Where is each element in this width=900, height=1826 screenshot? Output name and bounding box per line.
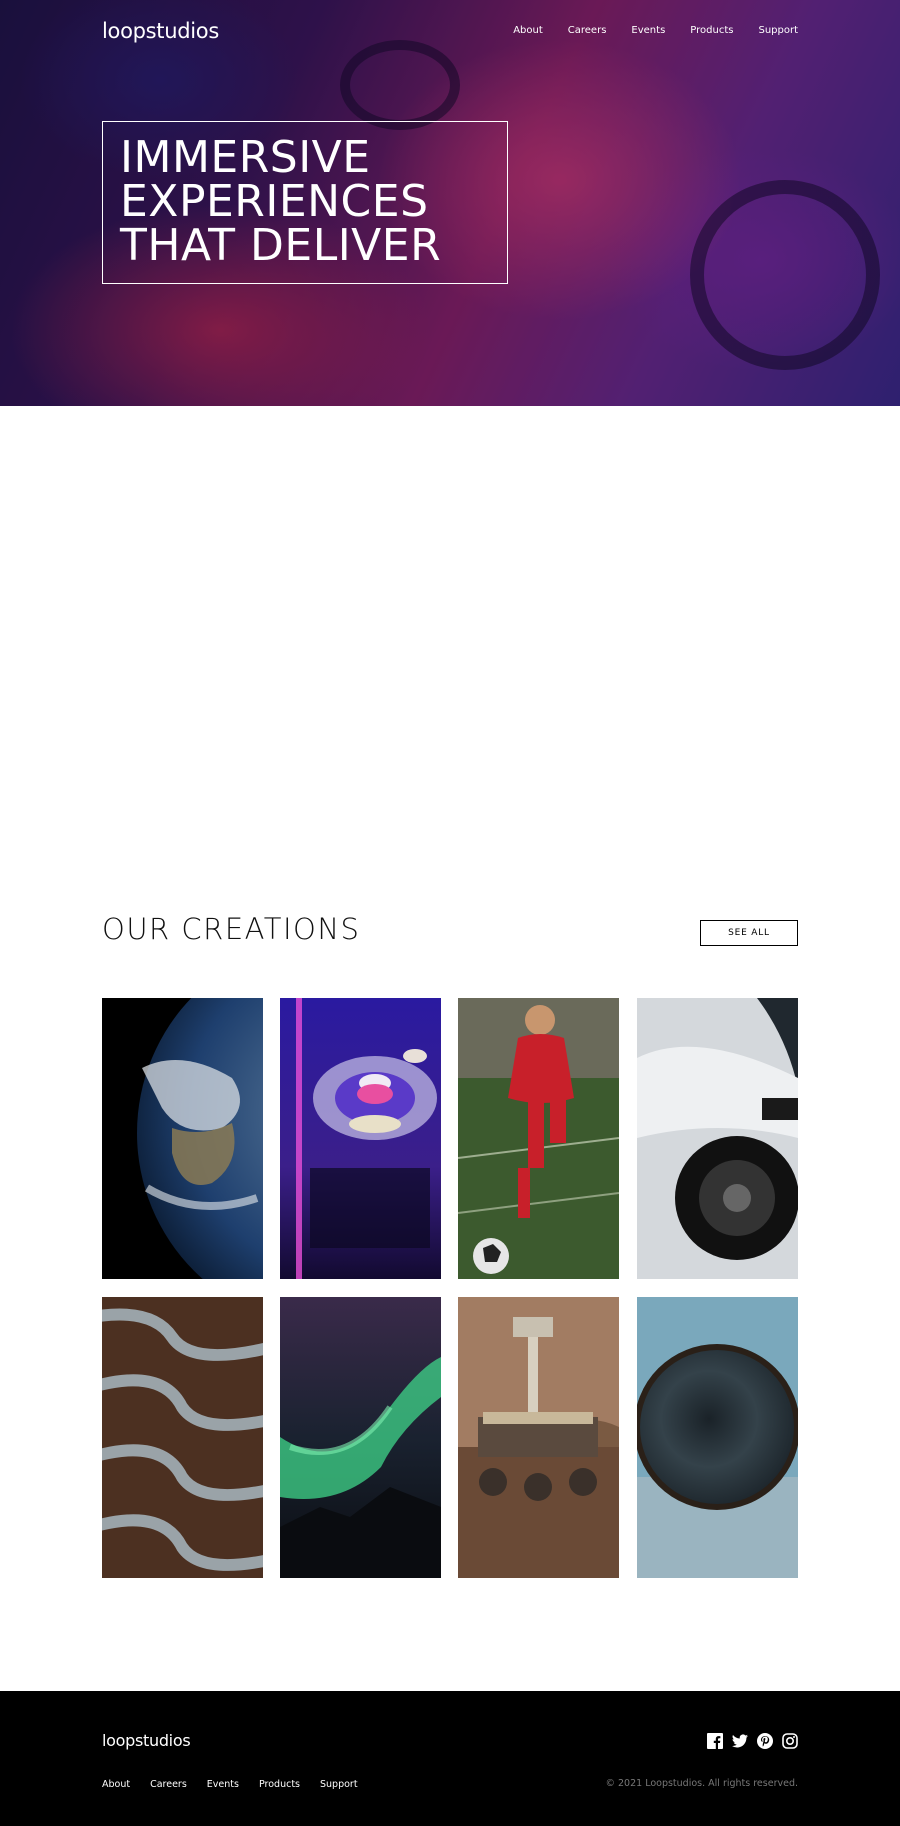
- see-all-button[interactable]: SEE ALL: [700, 920, 798, 946]
- earth-image: [102, 998, 263, 1279]
- soccer-image: [458, 998, 619, 1279]
- hero-headline-box: IMMERSIVE EXPERIENCES THAT DELIVER: [102, 121, 508, 284]
- nav-products[interactable]: Products: [690, 25, 733, 36]
- race-car-image: [637, 998, 798, 1279]
- curving-road-image: [102, 1297, 263, 1578]
- hero-headline-line-2: EXPERIENCES: [120, 176, 429, 227]
- creation-card-aurora[interactable]: [280, 1297, 441, 1578]
- site-footer: loopstudios About Careers Events Product…: [0, 1691, 900, 1826]
- site-logo[interactable]: loopstudios: [102, 19, 219, 43]
- hero-section: loopstudios About Careers Events Product…: [0, 0, 900, 406]
- nav-support[interactable]: Support: [758, 25, 798, 36]
- social-links: [707, 1733, 798, 1749]
- creation-card-mars-rover[interactable]: [458, 1297, 619, 1578]
- creations-title: OUR CREATIONS: [102, 912, 361, 946]
- mars-rover-image: [458, 1297, 619, 1578]
- hero-headline: IMMERSIVE EXPERIENCES THAT DELIVER: [120, 136, 507, 268]
- creation-card-curving-road[interactable]: [102, 1297, 263, 1578]
- facebook-icon[interactable]: [707, 1733, 723, 1749]
- fisheye-image: [637, 1297, 798, 1578]
- creation-card-race-car[interactable]: [637, 998, 798, 1279]
- nav-events[interactable]: Events: [631, 25, 665, 36]
- creation-card-soccer[interactable]: [458, 998, 619, 1279]
- footer-nav-careers[interactable]: Careers: [150, 1779, 187, 1790]
- instagram-icon[interactable]: [782, 1733, 798, 1749]
- creation-card-arcade[interactable]: [280, 998, 441, 1279]
- nav-careers[interactable]: Careers: [568, 25, 607, 36]
- hero-headline-line-3: THAT DELIVER: [120, 220, 442, 271]
- footer-nav-events[interactable]: Events: [207, 1779, 239, 1790]
- footer-nav: About Careers Events Products Support: [102, 1779, 378, 1790]
- footer-nav-support[interactable]: Support: [320, 1779, 358, 1790]
- copyright-text: © 2021 Loopstudios. All rights reserved.: [605, 1778, 798, 1789]
- main-nav: About Careers Events Products Support: [488, 25, 798, 36]
- twitter-icon[interactable]: [732, 1733, 748, 1749]
- creation-card-fisheye[interactable]: [637, 1297, 798, 1578]
- aurora-image: [280, 1297, 441, 1578]
- footer-nav-products[interactable]: Products: [259, 1779, 300, 1790]
- arcade-image: [280, 998, 441, 1279]
- footer-logo[interactable]: loopstudios: [102, 1731, 191, 1750]
- footer-nav-about[interactable]: About: [102, 1779, 130, 1790]
- hero-headline-line-1: IMMERSIVE: [120, 132, 371, 183]
- pinterest-icon[interactable]: [757, 1733, 773, 1749]
- nav-about[interactable]: About: [513, 25, 543, 36]
- creation-card-earth[interactable]: [102, 998, 263, 1279]
